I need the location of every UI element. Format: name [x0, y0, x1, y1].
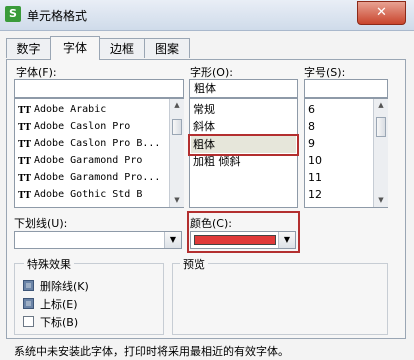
list-item[interactable]: 11	[308, 169, 322, 186]
list-item[interactable]: 12	[308, 186, 322, 203]
font-name-input[interactable]	[14, 79, 184, 98]
chevron-down-icon[interactable]: ▼	[278, 232, 295, 248]
app-icon: S	[5, 6, 21, 22]
scroll-thumb[interactable]	[376, 117, 386, 137]
list-item[interactable]: TT Adobe Arabic	[18, 101, 106, 118]
list-item[interactable]: TT Adobe Caslon Pro B...	[18, 135, 160, 152]
font-list-scrollbar[interactable]: ▲ ▼	[169, 99, 184, 207]
list-item[interactable]: TT Adobe Garamond Pro...	[18, 169, 160, 186]
size-list[interactable]: 6 8 9 10 11 12 ▲ ▼	[304, 98, 388, 208]
strikethrough-checkbox[interactable]	[23, 280, 34, 291]
effects-group	[14, 263, 164, 335]
tab-pattern[interactable]: 图案	[144, 38, 190, 58]
list-item[interactable]: 9	[308, 135, 315, 152]
style-label: 字形(O):	[190, 66, 233, 79]
close-button[interactable]: ✕	[357, 1, 406, 25]
list-item[interactable]: TT Adobe Gothic Std B	[18, 186, 142, 203]
underline-label: 下划线(U):	[14, 217, 68, 230]
underline-select[interactable]: ▼	[14, 231, 182, 249]
list-item[interactable]: 6	[308, 101, 315, 118]
color-select[interactable]: ▼	[190, 231, 296, 249]
scroll-down-icon[interactable]: ▼	[172, 196, 182, 204]
font-format-dialog: S 单元格格式 ✕ 数字 字体 边框 图案 字体(F): TT Adobe Ara…	[0, 0, 414, 360]
truetype-font-icon: TT	[18, 140, 32, 150]
preview-group	[172, 263, 388, 335]
superscript-checkbox[interactable]	[23, 298, 34, 309]
strikethrough-label: 删除线(K)	[40, 280, 89, 293]
color-label: 颜色(C):	[190, 217, 232, 230]
title-bar: S 单元格格式 ✕	[0, 0, 414, 31]
tab-number[interactable]: 数字	[6, 38, 51, 58]
list-item[interactable]: 斜体	[193, 118, 215, 135]
list-item[interactable]: 8	[308, 118, 315, 135]
font-list[interactable]: TT Adobe Arabic TT Adobe Caslon Pro TT Adob…	[14, 98, 184, 208]
size-list-scrollbar[interactable]: ▲ ▼	[373, 99, 388, 207]
scroll-down-icon[interactable]: ▼	[376, 196, 386, 204]
color-swatch	[194, 235, 276, 245]
list-item[interactable]: TT Adobe Caslon Pro	[18, 118, 130, 135]
scroll-thumb[interactable]	[172, 119, 182, 135]
truetype-font-icon: TT	[18, 174, 32, 184]
bold-highlight-frame	[188, 134, 299, 156]
tab-font[interactable]: 字体	[50, 36, 100, 60]
list-item[interactable]: 常规	[193, 101, 215, 118]
font-label: 字体(F):	[16, 66, 57, 79]
truetype-font-icon: TT	[18, 106, 32, 116]
list-item[interactable]: TT Adobe Garamond Pro	[18, 152, 142, 169]
list-item[interactable]: 10	[308, 152, 322, 169]
style-input[interactable]: 粗体	[189, 79, 298, 98]
dialog-title: 单元格格式	[27, 9, 88, 23]
scroll-up-icon[interactable]: ▲	[376, 101, 386, 109]
size-input[interactable]	[304, 79, 388, 98]
subscript-checkbox[interactable]	[23, 316, 34, 327]
truetype-font-icon: TT	[18, 191, 32, 201]
font-not-installed-note: 系统中未安装此字体，打印时将采用最相近的有效字体。	[14, 345, 289, 358]
truetype-font-icon: TT	[18, 157, 32, 167]
chevron-down-icon[interactable]: ▼	[164, 232, 181, 248]
scroll-up-icon[interactable]: ▲	[172, 101, 182, 109]
effects-title: 特殊效果	[24, 256, 74, 272]
superscript-label: 上标(E)	[40, 298, 78, 311]
tab-border[interactable]: 边框	[99, 38, 145, 58]
truetype-font-icon: TT	[18, 123, 32, 133]
size-label: 字号(S):	[304, 66, 346, 79]
preview-title: 预览	[180, 256, 208, 272]
subscript-label: 下标(B)	[40, 316, 79, 329]
